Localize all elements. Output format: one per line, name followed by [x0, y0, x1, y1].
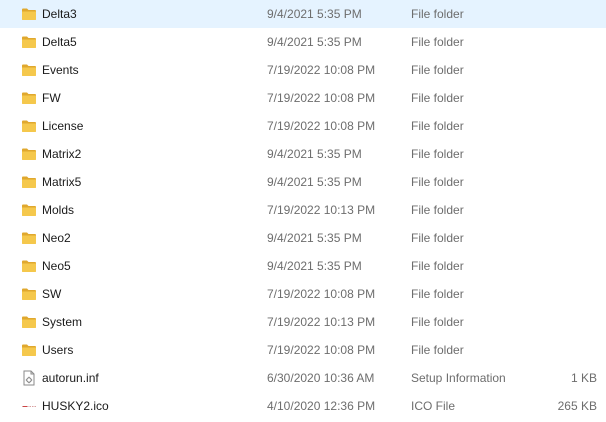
date-modified: 4/10/2020 12:36 PM	[267, 399, 376, 413]
file-row[interactable]: Delta5 9/4/2021 5:35 PM File folder	[0, 28, 606, 56]
file-name: autorun.inf	[42, 371, 99, 385]
folder-icon	[21, 202, 37, 218]
file-type: File folder	[411, 63, 464, 77]
date-modified: 7/19/2022 10:08 PM	[267, 343, 376, 357]
folder-icon	[21, 174, 37, 190]
folder-icon	[21, 6, 37, 22]
file-type: ICO File	[411, 399, 456, 413]
file-row[interactable]: System 7/19/2022 10:13 PM File folder	[0, 308, 606, 336]
file-row[interactable]: FW 7/19/2022 10:08 PM File folder	[0, 84, 606, 112]
file-name: Delta5	[42, 35, 77, 49]
date-modified: 7/19/2022 10:13 PM	[267, 203, 376, 217]
folder-icon	[21, 62, 37, 78]
file-name: System	[42, 315, 83, 329]
setup-file-icon	[21, 370, 37, 386]
file-type: File folder	[411, 203, 464, 217]
file-type: Setup Information	[411, 371, 506, 385]
file-type: File folder	[411, 175, 464, 189]
date-modified: 9/4/2021 5:35 PM	[267, 231, 362, 245]
folder-icon	[21, 146, 37, 162]
file-name: Users	[42, 343, 74, 357]
file-name: License	[42, 119, 84, 133]
ico-file-icon	[21, 398, 37, 414]
file-row[interactable]: License 7/19/2022 10:08 PM File folder	[0, 112, 606, 140]
date-modified: 6/30/2020 10:36 AM	[267, 371, 375, 385]
file-row[interactable]: Neo2 9/4/2021 5:35 PM File folder	[0, 224, 606, 252]
file-name: Events	[42, 63, 79, 77]
date-modified: 7/19/2022 10:08 PM	[267, 119, 376, 133]
file-name: Delta3	[42, 7, 77, 21]
date-modified: 7/19/2022 10:08 PM	[267, 63, 376, 77]
file-name: Matrix5	[42, 175, 82, 189]
file-type: File folder	[411, 259, 464, 273]
file-type: File folder	[411, 35, 464, 49]
file-type: File folder	[411, 91, 464, 105]
folder-icon	[21, 90, 37, 106]
date-modified: 7/19/2022 10:13 PM	[267, 315, 376, 329]
file-row[interactable]: Matrix5 9/4/2021 5:35 PM File folder	[0, 168, 606, 196]
file-type: File folder	[411, 315, 464, 329]
folder-icon	[21, 118, 37, 134]
file-row[interactable]: Users 7/19/2022 10:08 PM File folder	[0, 336, 606, 364]
file-row[interactable]: Neo5 9/4/2021 5:35 PM File folder	[0, 252, 606, 280]
file-type: File folder	[411, 343, 464, 357]
file-name: SW	[42, 287, 62, 301]
file-row[interactable]: Delta3 9/4/2021 5:35 PM File folder	[0, 0, 606, 28]
date-modified: 9/4/2021 5:35 PM	[267, 175, 362, 189]
folder-icon	[21, 34, 37, 50]
folder-icon	[21, 230, 37, 246]
file-row[interactable]: SW 7/19/2022 10:08 PM File folder	[0, 280, 606, 308]
file-size: 265 KB	[557, 399, 597, 413]
file-row[interactable]: Molds 7/19/2022 10:13 PM File folder	[0, 196, 606, 224]
folder-icon	[21, 342, 37, 358]
file-row[interactable]: HUSKY2.ico 4/10/2020 12:36 PM ICO File 265 …	[0, 392, 606, 420]
date-modified: 9/4/2021 5:35 PM	[267, 35, 362, 49]
date-modified: 9/4/2021 5:35 PM	[267, 259, 362, 273]
folder-icon	[21, 314, 37, 330]
date-modified: 7/19/2022 10:08 PM	[267, 287, 376, 301]
file-type: File folder	[411, 231, 464, 245]
file-name: Neo2	[42, 231, 71, 245]
folder-icon	[21, 258, 37, 274]
folder-icon	[21, 286, 37, 302]
file-row[interactable]: Events 7/19/2022 10:08 PM File folder	[0, 56, 606, 84]
file-type: File folder	[411, 7, 464, 21]
date-modified: 9/4/2021 5:35 PM	[267, 7, 362, 21]
file-name: Neo5	[42, 259, 71, 273]
file-row[interactable]: Matrix2 9/4/2021 5:35 PM File folder	[0, 140, 606, 168]
file-name: HUSKY2.ico	[42, 399, 109, 413]
file-row[interactable]: autorun.inf 6/30/2020 10:36 AM Setup Infor…	[0, 364, 606, 392]
file-size: 1 KB	[570, 371, 597, 385]
file-name: Molds	[42, 203, 75, 217]
file-type: File folder	[411, 119, 464, 133]
file-list: Delta3 9/4/2021 5:35 PM File folder Delta5 9…	[0, 0, 606, 422]
file-type: File folder	[411, 147, 464, 161]
file-name: FW	[42, 91, 61, 105]
date-modified: 9/4/2021 5:35 PM	[267, 147, 362, 161]
file-type: File folder	[411, 287, 464, 301]
file-name: Matrix2	[42, 147, 82, 161]
date-modified: 7/19/2022 10:08 PM	[267, 91, 376, 105]
